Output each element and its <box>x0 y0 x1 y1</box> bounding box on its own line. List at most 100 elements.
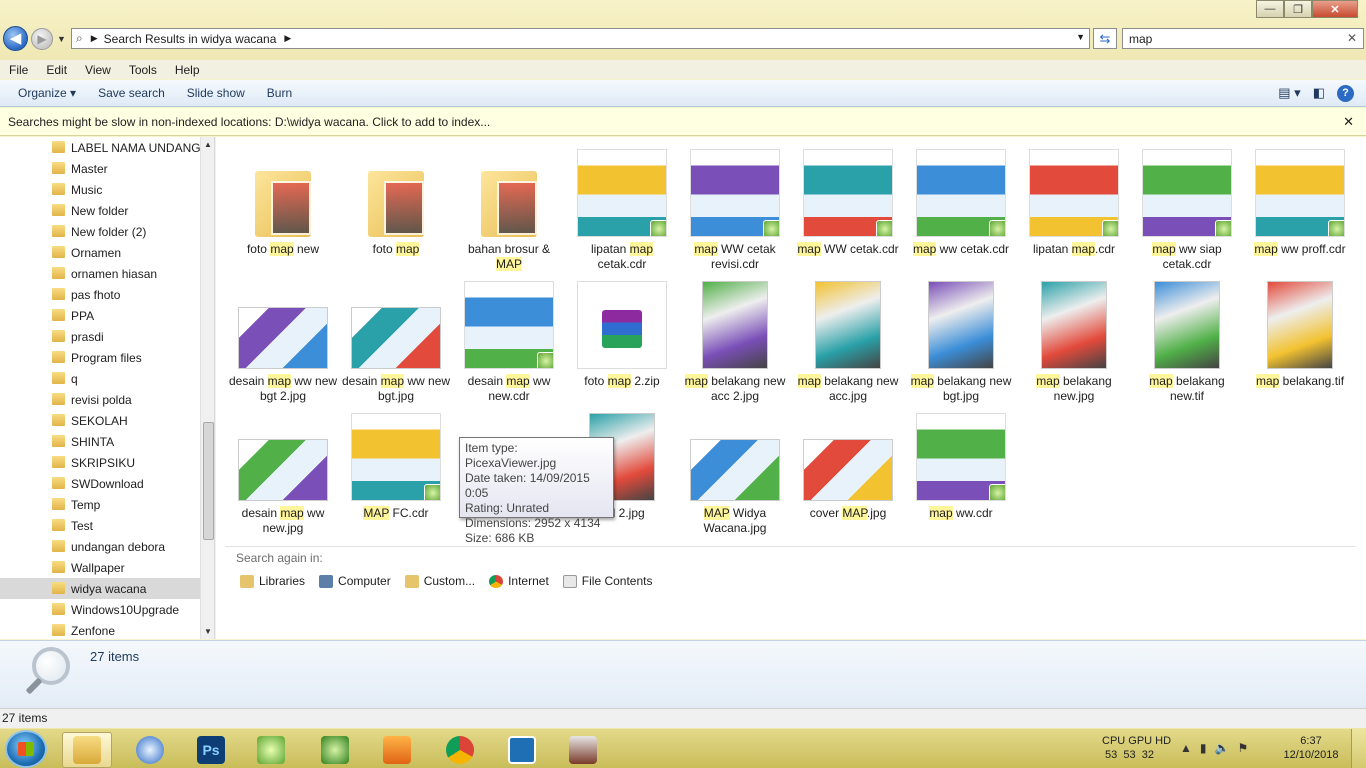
file-item[interactable]: map ww proff.cdr <box>1245 139 1355 269</box>
file-item[interactable]: bahan brosur & MAP <box>454 139 564 271</box>
show-desktop-button[interactable] <box>1351 729 1366 768</box>
menu-edit[interactable]: Edit <box>37 63 76 77</box>
nav-item-folder[interactable]: Program files <box>0 347 200 368</box>
nav-item-folder[interactable]: ornamen hiasan <box>0 263 200 284</box>
file-item[interactable]: desain map ww new.cdr <box>454 271 564 403</box>
clock[interactable]: 6:37 12/10/2018 <box>1280 734 1342 762</box>
file-item[interactable]: desain map ww new bgt.jpg <box>341 271 451 403</box>
recent-pages-dropdown[interactable]: ▼ <box>57 34 66 44</box>
file-item[interactable]: map ww.cdr <box>906 403 1016 533</box>
breadcrumb[interactable]: Search Results in widya wacana <box>104 32 277 46</box>
search-input[interactable]: map ✕ <box>1122 28 1364 49</box>
nav-item-folder[interactable]: Ornamen <box>0 242 200 263</box>
taskbar-chrome[interactable] <box>435 732 485 768</box>
nav-item-folder[interactable]: Windows10Upgrade <box>0 599 200 620</box>
nav-item-folder[interactable]: Music <box>0 179 200 200</box>
burn-button[interactable]: Burn <box>259 86 300 100</box>
search-internet-link[interactable]: Internet <box>489 574 549 588</box>
taskbar-teamviewer[interactable] <box>497 732 547 768</box>
file-item[interactable]: lipatan map cetak.cdr <box>567 139 677 271</box>
taskbar-app-1[interactable] <box>125 732 175 768</box>
nav-item-folder[interactable]: q <box>0 368 200 389</box>
file-item[interactable]: map WW cetak.cdr <box>793 139 903 269</box>
refresh-button[interactable]: ⇆ <box>1093 28 1117 49</box>
taskbar-explorer[interactable] <box>62 732 112 768</box>
nav-item-folder[interactable]: PPA <box>0 305 200 326</box>
search-file-contents-link[interactable]: File Contents <box>562 574 652 588</box>
file-item[interactable]: foto map new <box>228 139 338 269</box>
preview-pane-icon[interactable]: ◧ <box>1313 85 1325 102</box>
nav-item-folder[interactable]: Temp <box>0 494 200 515</box>
tray-expand-icon[interactable]: ▲ <box>1180 741 1192 755</box>
taskbar-photoshop[interactable]: Ps <box>186 732 236 768</box>
index-info-bar[interactable]: Searches might be slow in non-indexed lo… <box>0 108 1366 136</box>
nav-scrollbar[interactable]: ▲ ▼ <box>200 137 214 639</box>
search-custom-link[interactable]: Custom... <box>404 574 475 588</box>
nav-item-folder[interactable]: pas fhoto <box>0 284 200 305</box>
file-item[interactable]: map belakang new acc 2.jpg <box>680 271 790 403</box>
file-item[interactable]: foto map 2.zip <box>567 271 677 401</box>
nav-item-folder[interactable]: undangan debora <box>0 536 200 557</box>
file-item[interactable]: map belakang new bgt.jpg <box>906 271 1016 403</box>
start-button[interactable] <box>5 730 47 768</box>
file-item[interactable]: map ww cetak.cdr <box>906 139 1016 269</box>
close-infobar-icon[interactable]: ✕ <box>1343 114 1354 130</box>
save-search-button[interactable]: Save search <box>90 86 173 100</box>
file-item[interactable]: map belakang new.tif <box>1132 271 1242 403</box>
file-item[interactable]: MAP FC.cdr <box>341 403 451 533</box>
file-item[interactable]: foto map <box>341 139 451 269</box>
file-item[interactable]: desain map ww new.jpg <box>228 403 338 535</box>
address-dropdown-icon[interactable]: ▼ <box>1076 32 1085 42</box>
nav-item-folder[interactable]: SWDownload <box>0 473 200 494</box>
file-item[interactable]: map WW cetak revisi.cdr <box>680 139 790 271</box>
organize-button[interactable]: Organize ▾ <box>10 86 84 100</box>
search-computer-link[interactable]: Computer <box>319 574 391 588</box>
nav-item-folder[interactable]: prasdi <box>0 326 200 347</box>
nav-item-folder[interactable]: LABEL NAMA UNDANG... <box>0 137 211 158</box>
scroll-up-icon[interactable]: ▲ <box>204 140 212 149</box>
close-button[interactable]: ✕ <box>1312 0 1358 18</box>
taskbar-coreldraw-2[interactable] <box>310 732 360 768</box>
volume-icon[interactable]: 🔈 <box>1215 741 1230 755</box>
nav-item-folder[interactable]: Wallpaper <box>0 557 200 578</box>
scroll-down-icon[interactable]: ▼ <box>204 627 212 636</box>
nav-item-folder[interactable]: Zenfone <box>0 620 200 639</box>
forward-button[interactable]: ▶ <box>31 28 53 50</box>
maximize-button[interactable]: ❐ <box>1284 0 1312 18</box>
nav-item-folder[interactable]: Test <box>0 515 200 536</box>
file-item[interactable]: map ww siap cetak.cdr <box>1132 139 1242 271</box>
nav-item-folder[interactable]: revisi polda <box>0 389 200 410</box>
clear-search-icon[interactable]: ✕ <box>1347 31 1357 45</box>
nav-item-folder[interactable]: SEKOLAH <box>0 410 200 431</box>
menu-file[interactable]: File <box>0 63 37 77</box>
menu-tools[interactable]: Tools <box>120 63 166 77</box>
nav-item-folder[interactable]: SKRIPSIKU <box>0 452 200 473</box>
taskbar-media-player[interactable] <box>372 732 422 768</box>
nav-item-folder[interactable]: widya wacana <box>0 578 200 599</box>
change-view-icon[interactable]: ▤ ▾ <box>1278 85 1300 102</box>
file-item[interactable]: MAP Widya Wacana.jpg <box>680 403 790 535</box>
action-center-icon[interactable]: ⚑ <box>1237 741 1248 755</box>
help-icon[interactable]: ? <box>1337 85 1354 102</box>
nav-item-folder[interactable]: SHINTA <box>0 431 200 452</box>
nav-item-folder[interactable]: Master <box>0 158 200 179</box>
network-icon[interactable]: ▮ <box>1200 741 1207 755</box>
menu-help[interactable]: Help <box>166 63 209 77</box>
file-item[interactable]: lipatan map.cdr <box>1019 139 1129 269</box>
minimize-button[interactable]: — <box>1256 0 1284 18</box>
taskbar-coreldraw-1[interactable] <box>246 732 296 768</box>
file-item[interactable]: desain map ww new bgt 2.jpg <box>228 271 338 403</box>
address-bar[interactable]: ⌕ ▶ Search Results in widya wacana ▶ ▼ <box>71 28 1090 49</box>
nav-item-folder[interactable]: New folder (2) <box>0 221 200 242</box>
file-item[interactable]: cover MAP.jpg <box>793 403 903 533</box>
file-item[interactable]: map belakang new acc.jpg <box>793 271 903 403</box>
scroll-thumb[interactable] <box>203 422 214 540</box>
chevron-right-icon[interactable]: ▶ <box>284 33 291 44</box>
search-libraries-link[interactable]: Libraries <box>240 574 305 588</box>
back-button[interactable]: ◀ <box>3 26 28 51</box>
slide-show-button[interactable]: Slide show <box>179 86 253 100</box>
menu-view[interactable]: View <box>76 63 120 77</box>
nav-item-folder[interactable]: New folder <box>0 200 200 221</box>
file-item[interactable]: map belakang.tif <box>1245 271 1355 401</box>
taskbar-game[interactable] <box>558 732 608 768</box>
